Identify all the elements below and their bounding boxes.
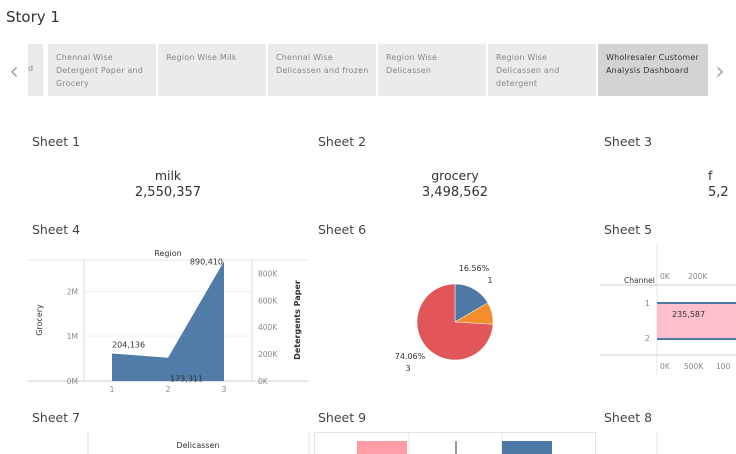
story-point-0[interactable]: d <box>28 44 43 96</box>
bottom-tick-0: 0K <box>660 362 671 371</box>
chevron-right-icon[interactable]: › <box>710 56 730 86</box>
y2-tick-label: 600K <box>258 296 278 305</box>
y-tick-label: 1M <box>67 332 78 341</box>
sheet3-title: Sheet 3 <box>604 134 653 149</box>
x-tick-label: 2 <box>166 385 171 394</box>
row-label-1: 1 <box>645 299 650 308</box>
chevron-left-icon[interactable]: ‹ <box>4 56 24 86</box>
story-point-2[interactable]: Region Wise Milk <box>158 44 266 96</box>
sheet7-chart: Delicassen <box>87 432 310 454</box>
y-tick-label: 2M <box>67 287 78 296</box>
story-title: Story 1 <box>6 8 60 26</box>
y2-axis-label: Detergents Paper <box>293 280 302 360</box>
x-tick-label: 1 <box>110 385 115 394</box>
top-tick-0: 0K <box>660 272 671 281</box>
story-point-6[interactable]: Wholresaler Customer Analysis Dashboard <box>598 44 708 96</box>
grocery-value: 3,498,562 <box>421 185 489 200</box>
sheet2-title: Sheet 2 <box>318 134 367 149</box>
milk-label: milk <box>154 168 182 183</box>
story-point-3[interactable]: Chennal Wise Delicassen and frozen <box>268 44 376 96</box>
channel-label: Channel <box>624 276 655 285</box>
channel-area <box>657 303 736 339</box>
pie-sub-1: 1 <box>487 276 492 285</box>
sheet9-chart <box>314 432 596 454</box>
sheet4-title: Sheet 4 <box>32 222 81 237</box>
story-point-4[interactable]: Region Wise Delicassen <box>378 44 486 96</box>
data-label: 204,136 <box>112 341 145 350</box>
y2-tick-label: 400K <box>258 323 278 332</box>
y2-tick-label: 200K <box>258 350 278 359</box>
gridlines <box>84 290 252 337</box>
sheet6-title: Sheet 6 <box>318 222 367 237</box>
y2-tick-label: 800K <box>258 269 278 278</box>
sheet8-title: Sheet 8 <box>604 410 653 425</box>
sheet5-chart: 0K 200K Channel 1 2 235,587 0K 500K 100 <box>600 245 736 375</box>
sheet9-bar-1 <box>357 441 407 454</box>
areas <box>112 261 224 381</box>
milk-value: 2,550,357 <box>134 185 202 200</box>
sheet9-bar-2 <box>502 441 552 454</box>
delicassen-header: Delicassen <box>176 441 219 450</box>
frozen-value: 5,2 <box>708 185 729 200</box>
sheet2-kpi: grocery 3,498,562 <box>345 167 565 201</box>
x-tick-label: 3 <box>222 385 227 394</box>
story-point-1[interactable]: Chennal Wise Detergent Paper and Grocery <box>48 44 156 96</box>
pie-sub-3: 3 <box>405 364 410 373</box>
y-tick-label: 0M <box>67 377 78 386</box>
sheet7-title: Sheet 7 <box>32 410 81 425</box>
sheet4-chart-title: Region <box>154 249 181 258</box>
top-tick-1: 200K <box>688 272 708 281</box>
pie-label-1: 16.56% <box>459 264 490 273</box>
sheet1-kpi: milk 2,550,357 <box>58 167 278 201</box>
sheet6-chart: 16.56% 1 74.06% 3 <box>395 264 494 373</box>
pie-label-3: 74.06% <box>395 352 426 361</box>
row-label-2: 2 <box>645 334 650 343</box>
data-label: 173,311 <box>170 375 203 384</box>
story-point-5[interactable]: Region Wise Delicassen and detergent <box>488 44 596 96</box>
sheet9-title: Sheet 9 <box>318 410 367 425</box>
y2-tick-label: 0K <box>258 377 269 386</box>
sheet5-title: Sheet 5 <box>604 222 653 237</box>
y-axis-label: Grocery <box>35 304 44 336</box>
pie-slices <box>416 283 494 361</box>
sheet1-title: Sheet 1 <box>32 134 81 149</box>
data-label: 890,410 <box>190 257 223 266</box>
sheet4-chart: Region 2M 1M 0M 800K 600K 400K 200K 0K 1 2 3 204,1… <box>28 249 308 394</box>
sheet8-chart <box>656 432 658 454</box>
sheet3-kpi: f 5,2 <box>700 165 736 205</box>
bottom-tick-2: 100 <box>716 362 731 371</box>
grocery-label: grocery <box>431 168 479 183</box>
frozen-label: f <box>708 168 713 183</box>
area-detergents-paper <box>112 261 224 381</box>
bottom-tick-1: 500K <box>684 362 704 371</box>
sheet9-frame <box>314 432 596 454</box>
channel-data-label: 235,587 <box>672 310 705 319</box>
